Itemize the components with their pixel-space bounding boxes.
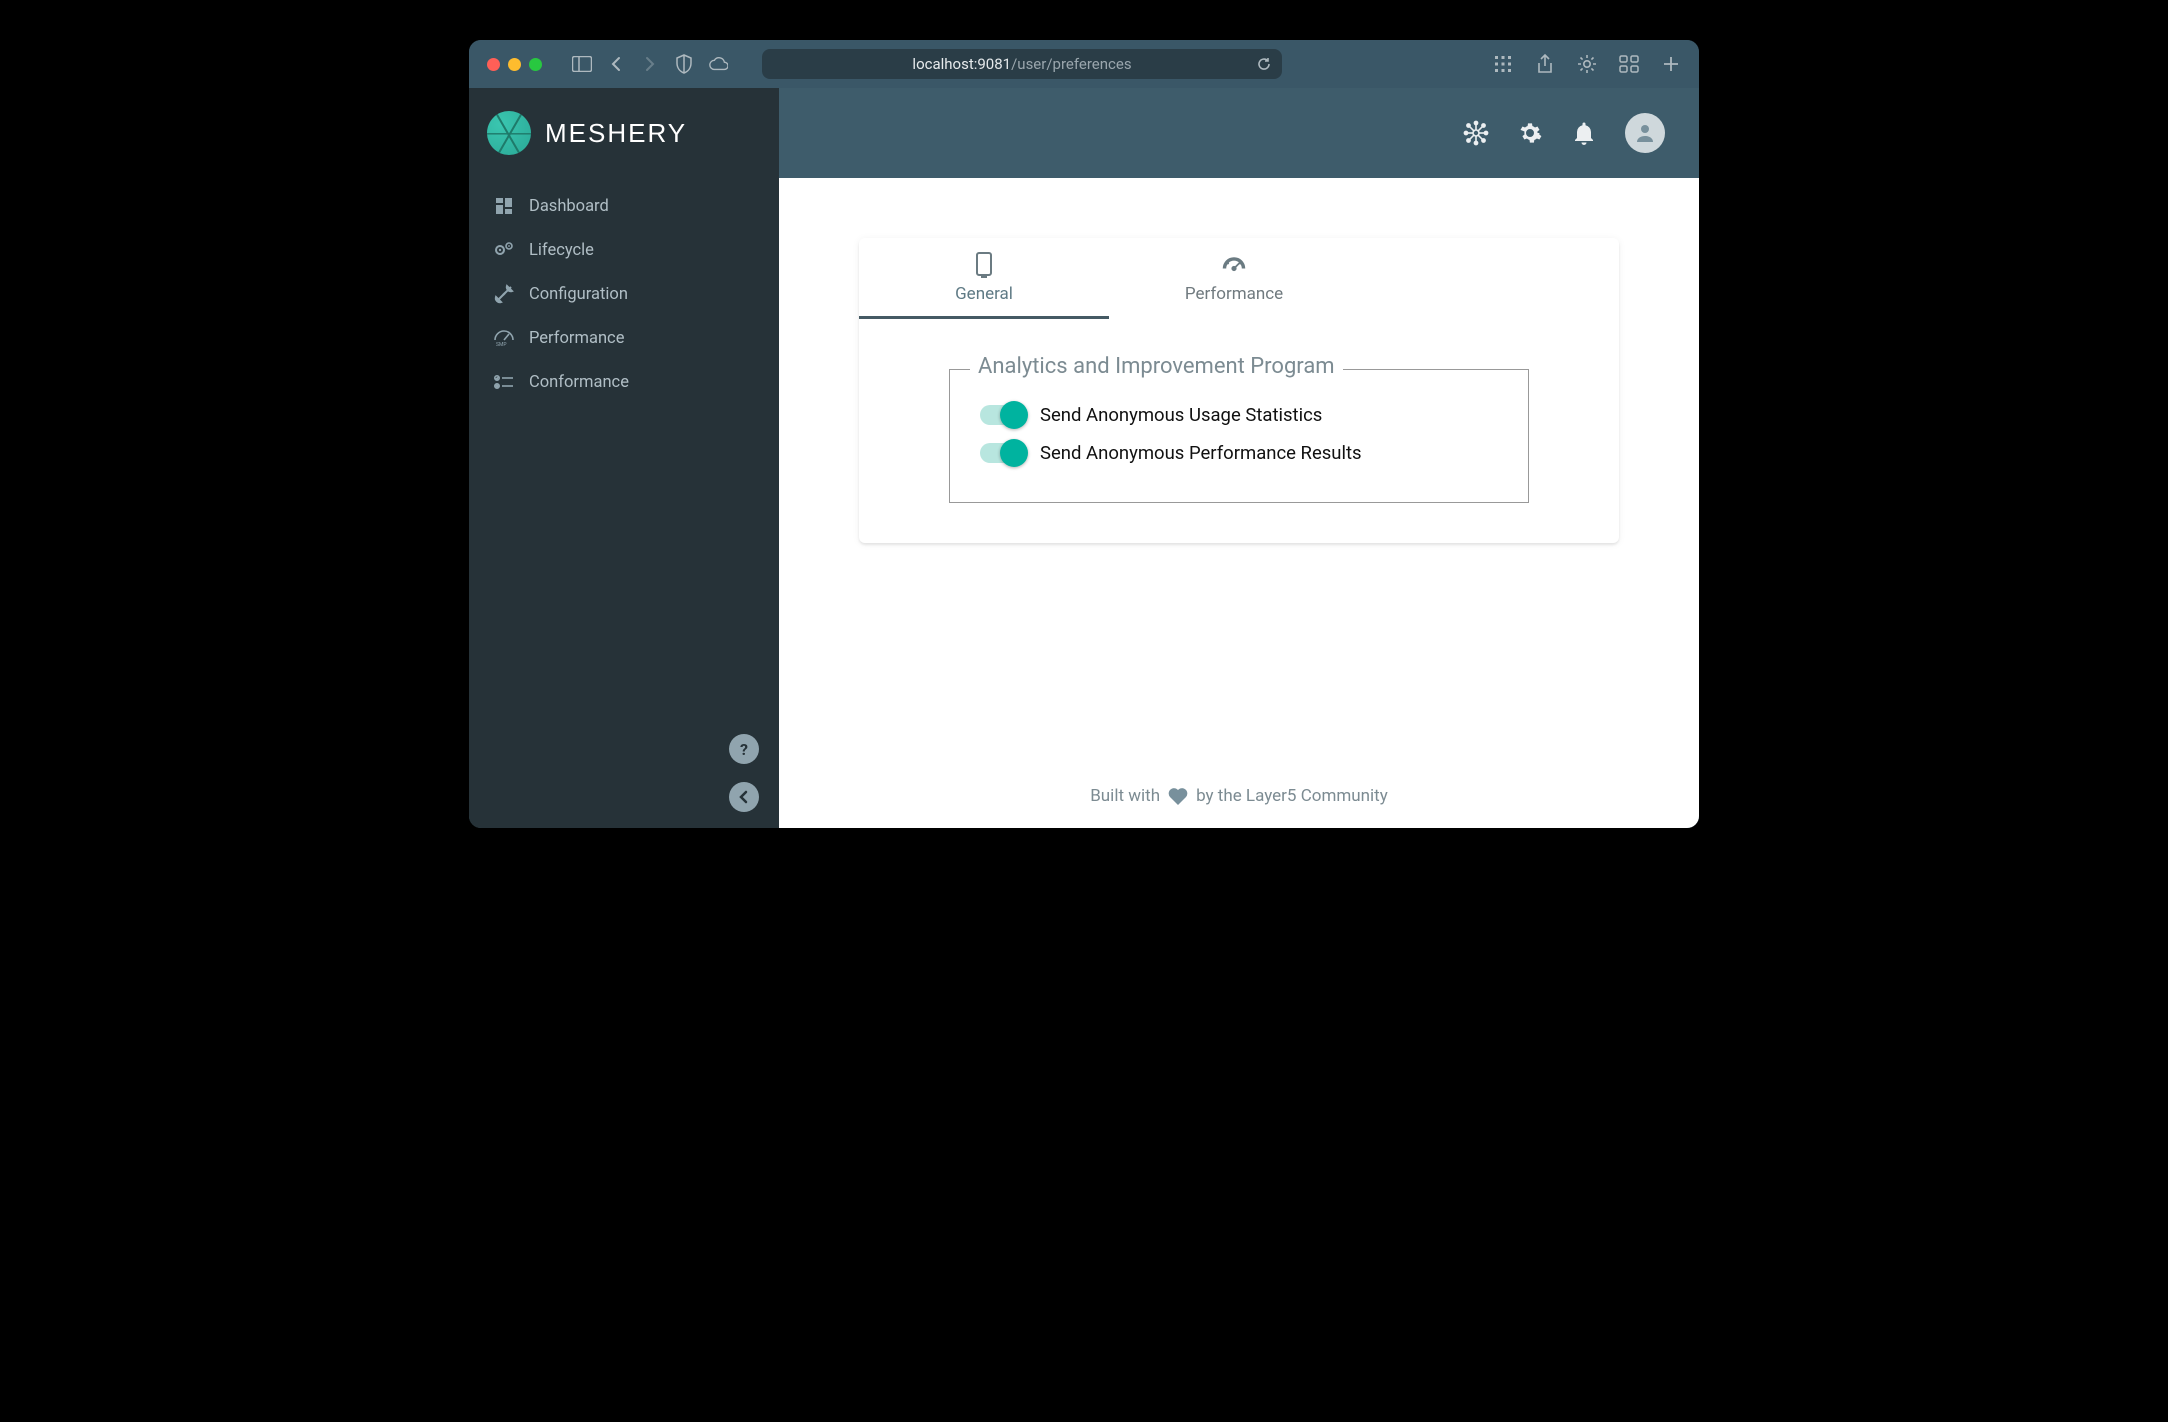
user-avatar[interactable] bbox=[1625, 113, 1665, 153]
close-window-button[interactable] bbox=[487, 58, 500, 71]
tab-label: General bbox=[955, 284, 1013, 304]
toggle-label: Send Anonymous Usage Statistics bbox=[1040, 404, 1322, 426]
browser-chrome: localhost:9081/user/preferences bbox=[469, 40, 1699, 88]
sidebar: MESHERY Dashboard Lifecycle bbox=[469, 88, 779, 828]
minimize-window-button[interactable] bbox=[508, 58, 521, 71]
heart-icon bbox=[1168, 787, 1188, 805]
url-path: /user/preferences bbox=[1011, 55, 1131, 73]
analytics-fieldset: Analytics and Improvement Program Send A… bbox=[949, 369, 1529, 503]
help-icon: ? bbox=[740, 740, 748, 759]
brand-text: MESHERY bbox=[545, 118, 687, 149]
chevron-left-icon bbox=[738, 790, 750, 804]
sidebar-item-performance[interactable]: SMP Performance bbox=[469, 316, 779, 360]
sidebar-item-label: Lifecycle bbox=[529, 241, 594, 260]
sidebar-item-conformance[interactable]: Conformance bbox=[469, 360, 779, 404]
sidebar-item-label: Configuration bbox=[529, 285, 628, 304]
gauge-smp-icon: SMP bbox=[493, 327, 515, 349]
sidebar-item-configuration[interactable]: Configuration bbox=[469, 272, 779, 316]
traffic-lights bbox=[487, 58, 542, 71]
privacy-shield-icon[interactable] bbox=[674, 54, 694, 74]
footer-pre: Built with bbox=[1090, 786, 1160, 806]
device-icon bbox=[971, 252, 997, 278]
primary-nav: Dashboard Lifecycle Configuration bbox=[469, 178, 779, 410]
sidebar-toggle-icon[interactable] bbox=[572, 54, 592, 74]
new-tab-icon[interactable] bbox=[1661, 54, 1681, 74]
topbar bbox=[779, 88, 1699, 178]
sidebar-item-lifecycle[interactable]: Lifecycle bbox=[469, 228, 779, 272]
wrench-icon bbox=[493, 283, 515, 305]
bell-icon[interactable] bbox=[1571, 120, 1597, 146]
chrome-right-actions bbox=[1493, 54, 1681, 74]
gears-icon bbox=[493, 239, 515, 261]
cloud-icon[interactable] bbox=[708, 54, 728, 74]
footer-post: by the Layer5 Community bbox=[1196, 786, 1388, 806]
sidebar-item-label: Performance bbox=[529, 329, 624, 348]
share-icon[interactable] bbox=[1535, 54, 1555, 74]
meshery-logo-icon bbox=[487, 111, 531, 155]
forward-button-icon bbox=[640, 54, 660, 74]
content-area: General Performance Analytics and Improv… bbox=[779, 178, 1699, 828]
tab-label: Performance bbox=[1185, 284, 1283, 304]
browser-window: localhost:9081/user/preferences bbox=[469, 40, 1699, 828]
speedometer-icon bbox=[1221, 252, 1247, 278]
url-host: localhost:9081 bbox=[912, 55, 1011, 73]
page-footer: Built with by the Layer5 Community bbox=[859, 756, 1619, 828]
tabs-overview-icon[interactable] bbox=[1619, 54, 1639, 74]
toggle-usage-stats: Send Anonymous Usage Statistics bbox=[980, 396, 1498, 434]
settings-gear-icon[interactable] bbox=[1577, 54, 1597, 74]
user-icon bbox=[1633, 121, 1657, 145]
sidebar-item-label: Dashboard bbox=[529, 197, 609, 216]
tab-bar: General Performance bbox=[859, 238, 1619, 319]
mesh-topology-icon[interactable] bbox=[1463, 120, 1489, 146]
app-shell: MESHERY Dashboard Lifecycle bbox=[469, 88, 1699, 828]
checklist-icon bbox=[493, 371, 515, 393]
address-bar[interactable]: localhost:9081/user/preferences bbox=[762, 49, 1282, 79]
fieldset-legend: Analytics and Improvement Program bbox=[970, 354, 1343, 379]
refresh-icon[interactable] bbox=[1256, 56, 1272, 72]
dashboard-icon bbox=[493, 195, 515, 217]
tab-performance[interactable]: Performance bbox=[1109, 238, 1359, 319]
back-button-icon[interactable] bbox=[606, 54, 626, 74]
preferences-card: General Performance Analytics and Improv… bbox=[859, 238, 1619, 543]
sidebar-footer: ? bbox=[469, 718, 779, 828]
toggle-label: Send Anonymous Performance Results bbox=[1040, 442, 1362, 464]
gear-icon[interactable] bbox=[1517, 120, 1543, 146]
main: General Performance Analytics and Improv… bbox=[779, 88, 1699, 828]
switch-perf-results[interactable] bbox=[980, 443, 1024, 463]
collapse-sidebar-button[interactable] bbox=[729, 782, 759, 812]
help-button[interactable]: ? bbox=[729, 734, 759, 764]
zoom-window-button[interactable] bbox=[529, 58, 542, 71]
grid-apps-icon[interactable] bbox=[1493, 54, 1513, 74]
svg-text:SMP: SMP bbox=[496, 342, 507, 347]
sidebar-item-dashboard[interactable]: Dashboard bbox=[469, 184, 779, 228]
sidebar-item-label: Conformance bbox=[529, 373, 629, 392]
toggle-perf-results: Send Anonymous Performance Results bbox=[980, 434, 1498, 472]
switch-usage-stats[interactable] bbox=[980, 405, 1024, 425]
brand[interactable]: MESHERY bbox=[469, 88, 779, 178]
tab-general[interactable]: General bbox=[859, 238, 1109, 319]
